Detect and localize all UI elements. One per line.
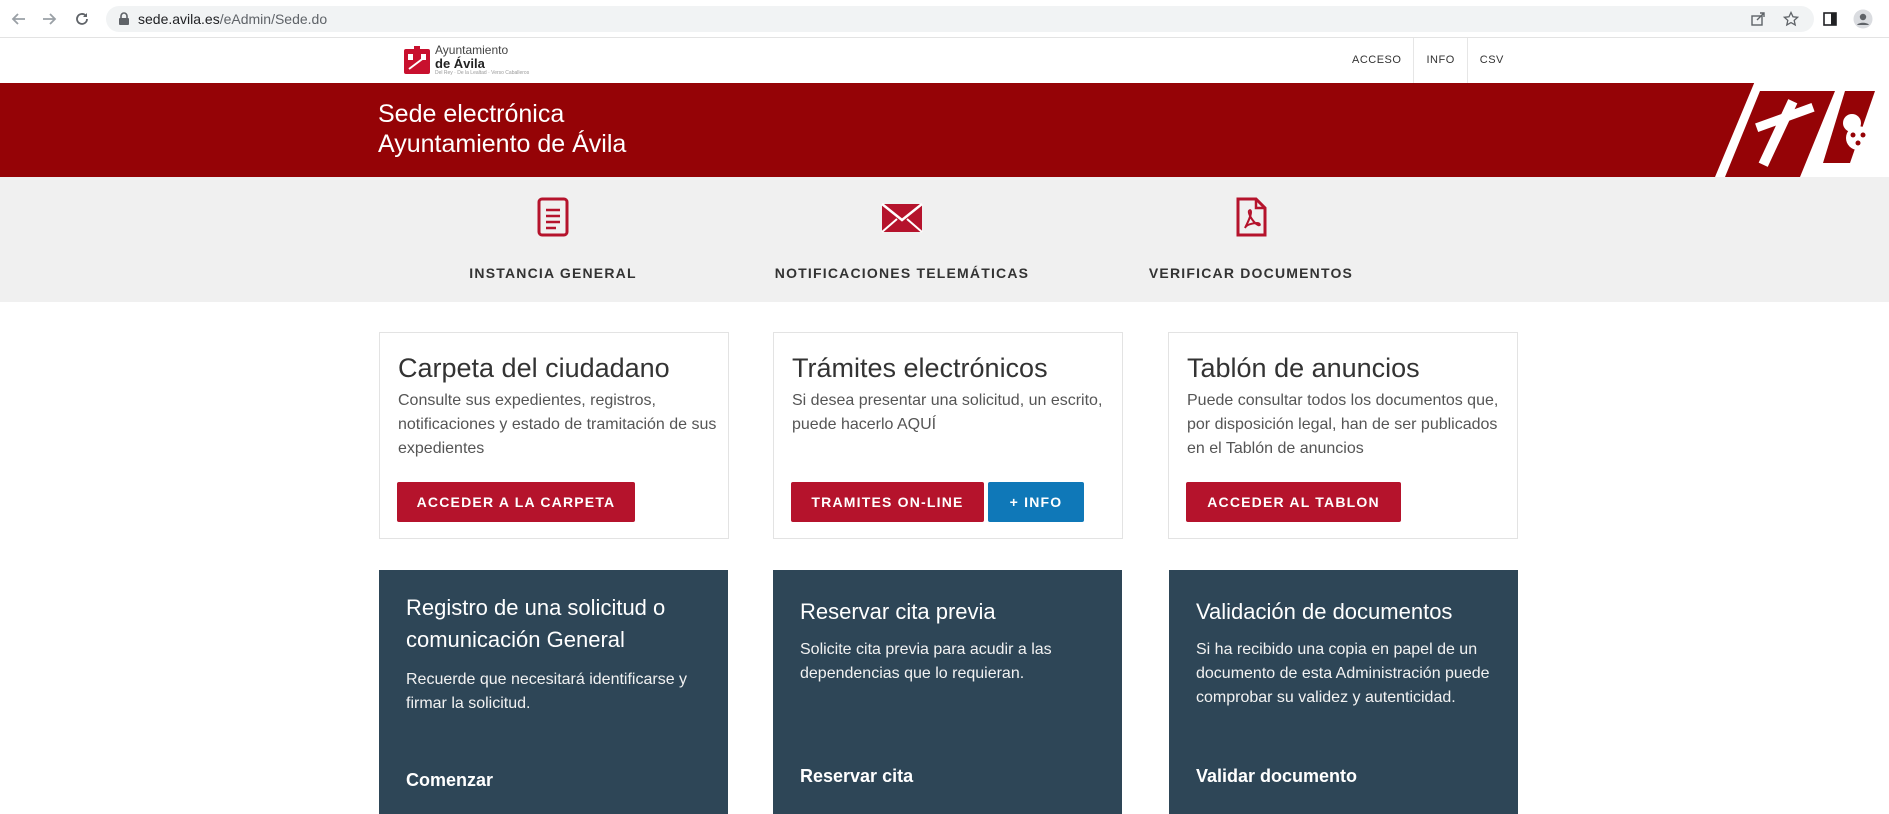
- nav-info[interactable]: INFO: [1414, 38, 1468, 83]
- card-text: Consulte sus expedientes, registros, not…: [398, 392, 717, 457]
- quick-access: INSTANCIA GENERAL NOTIFICACIONES TELEMÁT…: [0, 177, 1889, 302]
- quick-label: VERIFICAR DOCUMENTOS: [1148, 265, 1354, 281]
- nav-csv[interactable]: CSV: [1468, 38, 1516, 83]
- quick-label: INSTANCIA GENERAL: [469, 265, 637, 281]
- quick-notificaciones[interactable]: NOTIFICACIONES TELEMÁTICAS: [772, 177, 1032, 302]
- panel-registro-solicitud: Registro de una solicitud o comunicación…: [379, 570, 728, 814]
- logo-line2: de Ávila: [435, 56, 485, 71]
- lock-icon: [119, 12, 129, 25]
- reload-icon[interactable]: [71, 8, 93, 30]
- share-icon[interactable]: [1747, 8, 1769, 30]
- forward-icon[interactable]: [38, 8, 60, 30]
- logo-tagline: Del Rey · De la Lealtad · Verso Caballer…: [435, 70, 530, 76]
- logo[interactable]: Ayuntamiento de Ávila Del Rey · De la Le…: [403, 44, 529, 76]
- panel-title: Validación de documentos: [1196, 599, 1453, 624]
- document-icon: [537, 197, 569, 237]
- panel-text: Si ha recibido una copia en papel de un …: [1196, 641, 1490, 706]
- site-header: Ayuntamiento de Ávila Del Rey · De la Le…: [0, 38, 1889, 83]
- card-tramites-electronicos: Trámites electrónicos Si desea presentar…: [773, 332, 1123, 539]
- validar-documento-link[interactable]: Validar documento: [1196, 766, 1357, 787]
- acceder-tablon-button[interactable]: ACCEDER AL TABLON: [1186, 482, 1401, 522]
- panel-validacion-documentos: Validación de documentos Si ha recibido …: [1169, 570, 1518, 814]
- profile-avatar-icon[interactable]: [1852, 8, 1874, 30]
- top-nav: ACCESO INFO CSV: [1340, 38, 1516, 83]
- pdf-icon: [1236, 197, 1267, 237]
- info-button[interactable]: + INFO: [988, 482, 1084, 522]
- banner-title: Sede electrónica Ayuntamiento de Ávila: [378, 99, 626, 159]
- back-icon[interactable]: [8, 8, 30, 30]
- card-title: Trámites electrónicos: [792, 353, 1048, 383]
- address-bar[interactable]: sede.avila.es/eAdmin/Sede.do: [106, 6, 1814, 32]
- side-panel-icon[interactable]: [1819, 8, 1841, 30]
- tramites-online-button[interactable]: TRAMITES ON-LINE: [791, 482, 984, 522]
- acceder-carpeta-button[interactable]: ACCEDER A LA CARPETA: [397, 482, 635, 522]
- bookmark-star-icon[interactable]: [1780, 8, 1802, 30]
- panel-title: Registro de una solicitud o comunicación…: [406, 595, 666, 652]
- panel-text: Solicite cita previa para acudir a las d…: [800, 641, 1052, 682]
- envelope-icon: [881, 203, 923, 233]
- nav-acceso[interactable]: ACCESO: [1340, 38, 1415, 83]
- quick-label: NOTIFICACIONES TELEMÁTICAS: [774, 265, 1030, 281]
- banner-title-line2: Ayuntamiento de Ávila: [378, 130, 627, 158]
- quick-verificar[interactable]: VERIFICAR DOCUMENTOS: [1121, 177, 1381, 302]
- card-text: Si desea presentar una solicitud, un esc…: [792, 392, 1103, 433]
- card-carpeta-ciudadano: Carpeta del ciudadano Consulte sus exped…: [379, 332, 729, 539]
- quick-instancia-general[interactable]: INSTANCIA GENERAL: [423, 177, 683, 302]
- banner-title-line1: Sede electrónica: [378, 100, 565, 128]
- hero-banner: Sede electrónica Ayuntamiento de Ávila: [0, 83, 1889, 177]
- panel-title: Reservar cita previa: [800, 599, 996, 624]
- card-title: Tablón de anuncios: [1187, 353, 1420, 383]
- browser-toolbar: sede.avila.es/eAdmin/Sede.do: [0, 0, 1889, 38]
- comenzar-link[interactable]: Comenzar: [406, 770, 493, 791]
- reservar-cita-link[interactable]: Reservar cita: [800, 766, 913, 787]
- card-text: Puede consultar todos los documentos que…: [1187, 392, 1499, 457]
- card-tablon-anuncios: Tablón de anuncios Puede consultar todos…: [1168, 332, 1518, 539]
- panel-cita-previa: Reservar cita previa Solicite cita previ…: [773, 570, 1122, 814]
- url-text: sede.avila.es/eAdmin/Sede.do: [138, 11, 328, 27]
- banner-emblem-icon: [1715, 83, 1889, 177]
- card-title: Carpeta del ciudadano: [398, 353, 670, 383]
- panel-text: Recuerde que necesitará identificarse y …: [406, 671, 688, 712]
- city-emblem-icon: [404, 46, 430, 74]
